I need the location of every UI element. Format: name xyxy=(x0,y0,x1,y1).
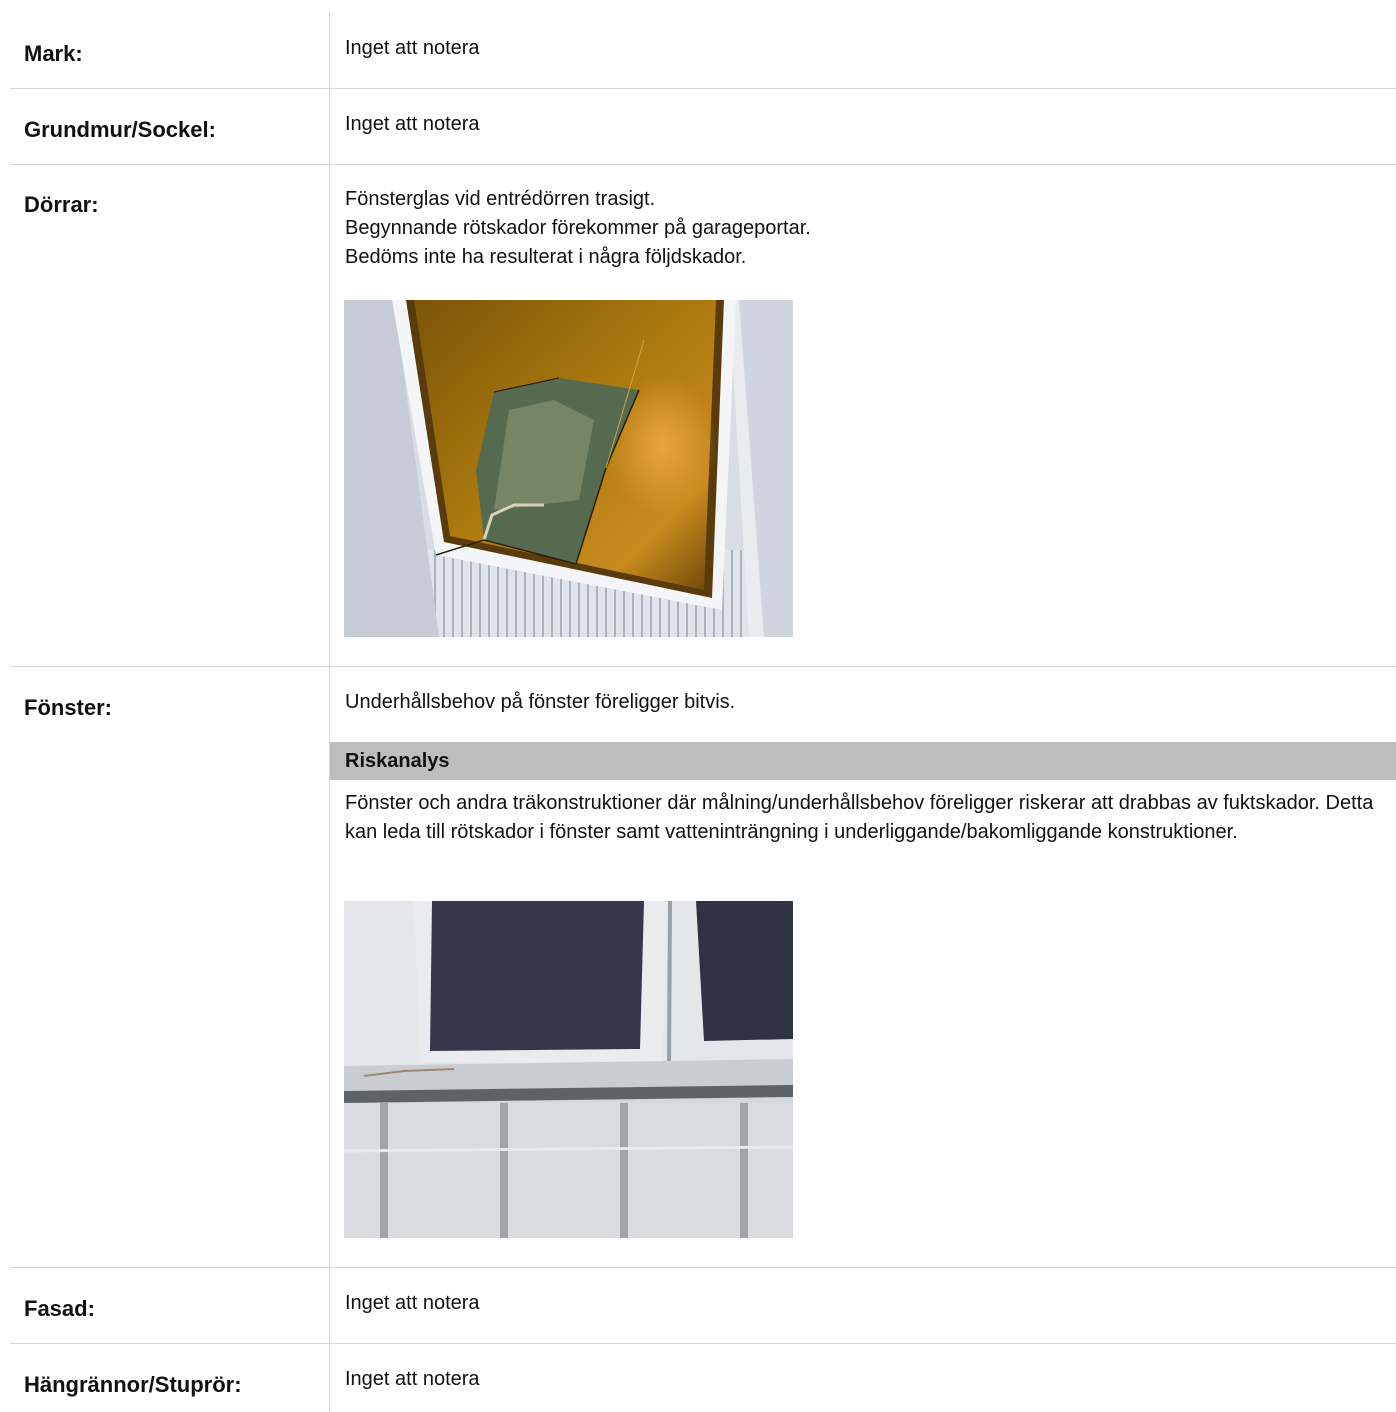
row-divider xyxy=(10,1267,1396,1268)
row-label-hangrannor: Hängrännor/Stuprör: xyxy=(24,1372,242,1397)
broken-door-glass-photo xyxy=(344,300,793,637)
window-maintenance-photo xyxy=(344,901,793,1238)
row-text-fonster: Underhållsbehov på fönster föreligger bi… xyxy=(345,691,736,713)
row-divider xyxy=(10,88,1396,89)
row-label-grundmur: Grundmur/Sockel: xyxy=(24,117,216,142)
row-divider xyxy=(10,1343,1396,1344)
row-text-grundmur: Inget att notera xyxy=(345,113,480,135)
row-divider xyxy=(10,164,1396,165)
row-divider xyxy=(10,666,1396,667)
row-text-fasad: Inget att notera xyxy=(345,1292,480,1314)
row-label-mark: Mark: xyxy=(24,41,83,66)
row-label-fonster: Fönster: xyxy=(24,695,112,720)
row-text-hangrannor: Inget att notera xyxy=(345,1368,480,1390)
row-label-dorrar: Dörrar: xyxy=(24,192,99,217)
row-label-fasad: Fasad: xyxy=(24,1296,95,1321)
risk-analysis-heading: Riskanalys xyxy=(330,742,1396,780)
risk-analysis-text: Fönster och andra träkonstruktioner där … xyxy=(345,792,1374,843)
row-text-mark: Inget att notera xyxy=(345,37,480,59)
row-text-dorrar: Fönsterglas vid entrédörren trasigt. Beg… xyxy=(345,188,811,268)
column-divider xyxy=(329,12,330,1412)
